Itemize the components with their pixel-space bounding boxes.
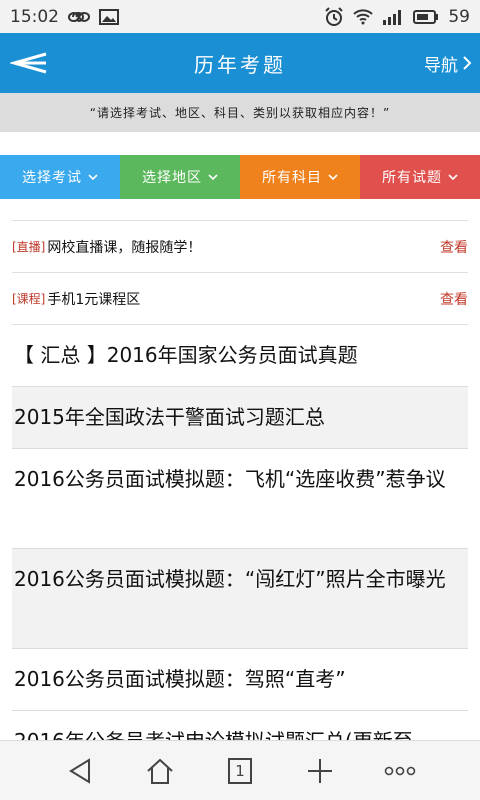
tabs-icon: 1: [228, 757, 252, 784]
filter-region-label: 选择地区: [142, 170, 202, 186]
promo-tag: [直播]: [12, 240, 46, 254]
view-link[interactable]: 查看: [440, 289, 468, 309]
bottom-nav-bar: 1: [0, 740, 480, 800]
status-bar: 15:02 59: [0, 0, 480, 33]
notice-banner: “请选择考试、地区、科目、类别以获取相应内容！”: [0, 93, 480, 132]
view-link[interactable]: 查看: [440, 237, 468, 257]
tabs-button[interactable]: 1: [215, 746, 265, 796]
filter-bar: 选择考试 选择地区 所有科目 所有试题: [0, 155, 480, 199]
filter-subject-label: 所有科目: [262, 170, 322, 186]
filter-exam[interactable]: 选择考试: [0, 155, 120, 199]
chevron-down-icon: [328, 174, 338, 181]
home-icon: [147, 758, 173, 784]
promo-row-course[interactable]: [课程] 手机1元课程区 查看: [12, 273, 468, 325]
promo-text: 网校直播课，随报随学！: [47, 239, 202, 256]
list-item[interactable]: 2016公务员面试模拟题：“闯红灯”照片全市曝光: [12, 549, 468, 649]
promo-row-live[interactable]: [直播] 网校直播课，随报随学！ 查看: [12, 221, 468, 273]
filter-type[interactable]: 所有试题: [360, 155, 480, 199]
back-button[interactable]: [0, 33, 60, 93]
triangle-back-icon: [69, 757, 90, 784]
battery-level: 59: [448, 6, 470, 27]
tab-count: 1: [235, 761, 245, 780]
chevron-right-icon: [463, 56, 472, 70]
home-button[interactable]: [135, 746, 185, 796]
filter-subject[interactable]: 所有科目: [240, 155, 360, 199]
filter-exam-label: 选择考试: [22, 170, 82, 186]
chevron-down-icon: [88, 174, 98, 181]
add-tab-button[interactable]: [295, 746, 345, 796]
list-item[interactable]: 2015年全国政法干警面试习题汇总: [12, 387, 468, 449]
chevron-down-icon: [208, 174, 218, 181]
promo-tag: [课程]: [12, 292, 46, 306]
question-list: 【 汇总 】2016年国家公务员面试真题 2015年全国政法干警面试习题汇总 2…: [12, 325, 468, 773]
image-icon: [99, 8, 119, 25]
list-item[interactable]: 【 汇总 】2016年国家公务员面试真题: [12, 325, 468, 387]
infinity-icon: [67, 10, 91, 24]
chevron-down-icon: [448, 174, 458, 181]
signal-icon: [382, 9, 404, 25]
plus-icon: [308, 758, 332, 783]
list-item[interactable]: 2016公务员面试模拟题：飞机“选座收费”惹争议: [12, 449, 468, 549]
filter-type-label: 所有试题: [382, 170, 442, 186]
list-item[interactable]: 2016公务员面试模拟题：驾照“直考”: [12, 649, 468, 711]
clock: 15:02: [10, 6, 59, 27]
alarm-icon: [324, 6, 344, 27]
more-dots-icon: [384, 766, 416, 775]
more-button[interactable]: [375, 746, 425, 796]
promo-text: 手机1元课程区: [47, 291, 141, 308]
wifi-icon: [353, 8, 374, 25]
back-arrow-icon: [10, 52, 47, 74]
page-title: 历年考题: [194, 52, 286, 77]
app-header: 历年考题 导航: [0, 33, 480, 93]
back-nav-button[interactable]: [55, 746, 105, 796]
filter-region[interactable]: 选择地区: [120, 155, 240, 199]
nav-button[interactable]: 导航: [424, 51, 480, 76]
nav-label: 导航: [424, 55, 458, 76]
battery-icon: [413, 9, 439, 24]
